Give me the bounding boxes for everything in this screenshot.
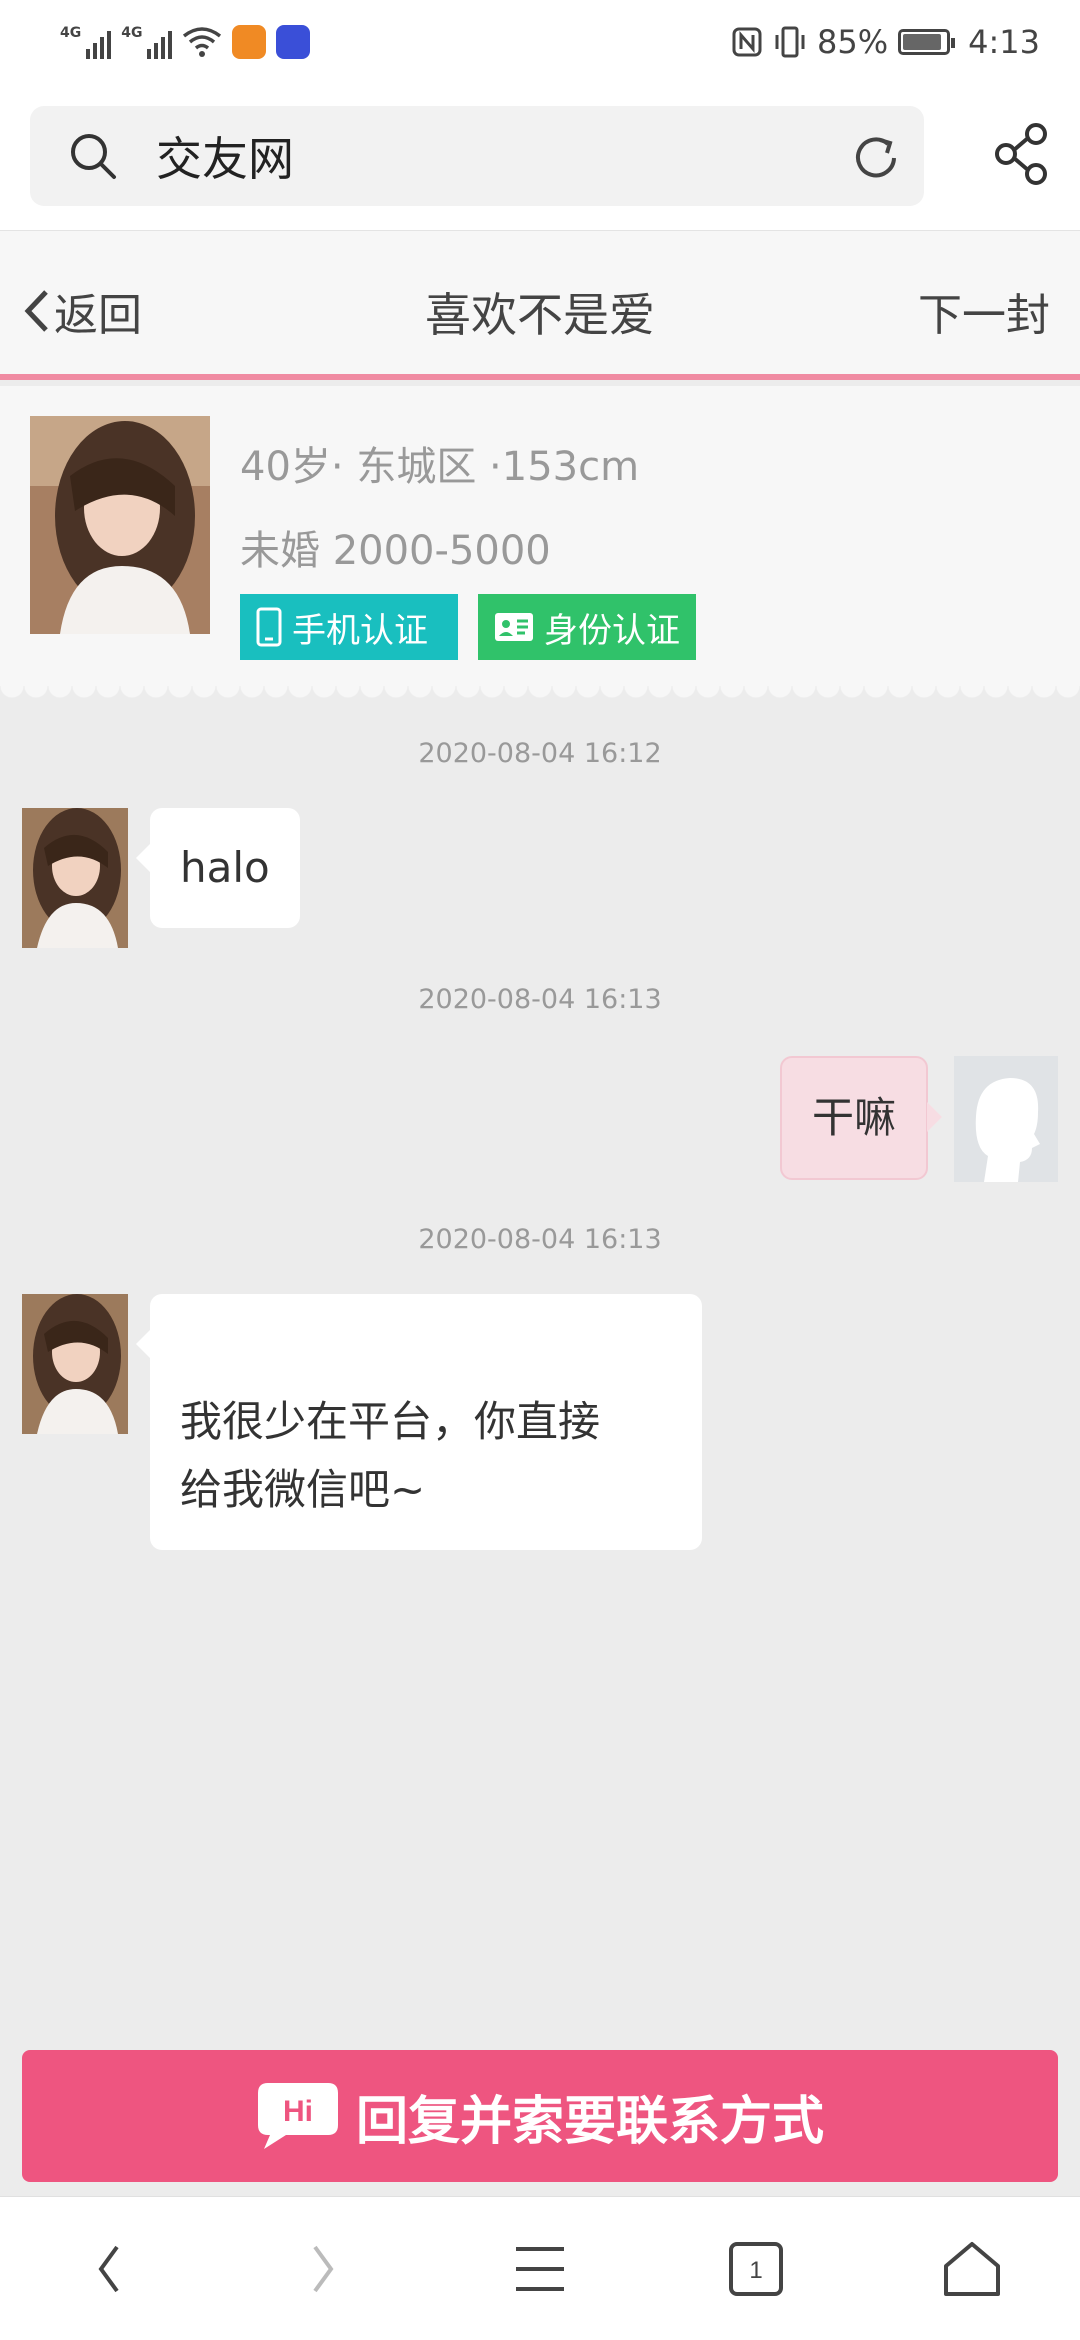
profile-card: 40岁· 东城区 ·153cm 未婚 2000-5000 手机认证 身份认证	[0, 386, 1080, 686]
badge-label: 身份认证	[544, 610, 680, 651]
status-bar: 4G 4G 85% 4:13	[0, 0, 1080, 84]
tab-count: 1	[749, 2257, 762, 2284]
scallop-divider	[0, 686, 1080, 702]
message-text: 干嘛	[811, 1093, 896, 1142]
search-icon	[71, 134, 116, 179]
hi-icon-text: Hi	[283, 2095, 313, 2128]
browser-bottom-nav: 1	[0, 2196, 1080, 2340]
profile-basic-info: 40岁· 东城区 ·153cm	[240, 444, 640, 490]
wifi-icon	[183, 27, 222, 57]
browser-forward-button[interactable]	[264, 2214, 384, 2324]
badge-label: 手机认证	[292, 610, 428, 651]
browser-toolbar: 交友网	[0, 84, 1080, 230]
hamburger-menu-icon	[516, 2246, 564, 2291]
user-silhouette-icon	[954, 1056, 1058, 1182]
profile-status-income: 未婚 2000-5000	[240, 528, 551, 574]
tabs-button[interactable]: 1	[696, 2214, 816, 2324]
search-query-text: 交友网	[156, 132, 294, 186]
next-message-button[interactable]: 下一封	[918, 279, 1050, 343]
status-left: 4G 4G	[60, 25, 311, 59]
address-search-field[interactable]: 交友网	[30, 106, 924, 206]
outgoing-message-bubble: 干嘛	[779, 1056, 943, 1180]
profile-photo[interactable]	[30, 416, 210, 634]
battery-icon	[898, 29, 956, 55]
chevron-left-icon	[24, 290, 48, 332]
app-notification-icon	[232, 25, 267, 59]
home-icon	[944, 2241, 1000, 2296]
sender-avatar[interactable]	[22, 1294, 128, 1434]
message-timestamp: 2020-08-04 16:13	[418, 984, 662, 1015]
message-timestamp: 2020-08-04 16:13	[418, 1224, 662, 1255]
back-button[interactable]: 返回	[22, 279, 142, 343]
clock: 4:13	[968, 23, 1040, 61]
menu-button[interactable]	[480, 2214, 600, 2324]
page-header: 返回 喜欢不是爱 下一封	[0, 230, 1080, 380]
tabs-icon: 1	[729, 2241, 783, 2296]
nfc-icon	[732, 27, 762, 57]
phone-icon	[256, 607, 282, 647]
message-text: 我很少在平台，你直接 给我微信吧~	[180, 1397, 601, 1514]
id-card-icon	[495, 613, 533, 641]
reply-request-contact-button[interactable]: Hi 回复并索要联系方式	[22, 2050, 1058, 2182]
id-verified-badge: 身份认证	[478, 594, 696, 660]
signal-icon: 4G	[60, 25, 112, 59]
battery-percent: 85%	[817, 23, 889, 61]
back-label: 返回	[54, 290, 142, 341]
status-right: 85% 4:13	[731, 23, 1040, 61]
network-type-label: 4G	[121, 25, 143, 41]
message-timestamp: 2020-08-04 16:12	[418, 738, 662, 769]
incoming-message-bubble: 我很少在平台，你直接 给我微信吧~	[136, 1294, 702, 1550]
phone-verified-badge: 手机认证	[240, 594, 458, 660]
home-button[interactable]	[912, 2214, 1032, 2324]
app-notification-icon	[276, 25, 311, 59]
reply-button-label: 回复并索要联系方式	[355, 2091, 824, 2152]
browser-back-button[interactable]	[48, 2214, 168, 2324]
incoming-message-bubble: halo	[136, 808, 300, 928]
hi-chat-icon: Hi	[257, 2083, 338, 2149]
screen: 4G 4G 85% 4:13 交友网 返回 喜欢不是爱 下一封 40岁· 东城区…	[0, 0, 1080, 2340]
share-icon[interactable]	[994, 122, 1050, 186]
message-text: halo	[180, 843, 270, 892]
chevron-right-icon	[313, 2245, 334, 2292]
reload-icon[interactable]	[850, 132, 902, 184]
signal-icon: 4G	[121, 25, 173, 59]
network-type-label: 4G	[60, 25, 82, 41]
vibrate-icon	[775, 26, 805, 58]
my-avatar[interactable]	[954, 1056, 1058, 1182]
sender-avatar[interactable]	[22, 808, 128, 948]
chevron-left-icon	[98, 2245, 119, 2292]
